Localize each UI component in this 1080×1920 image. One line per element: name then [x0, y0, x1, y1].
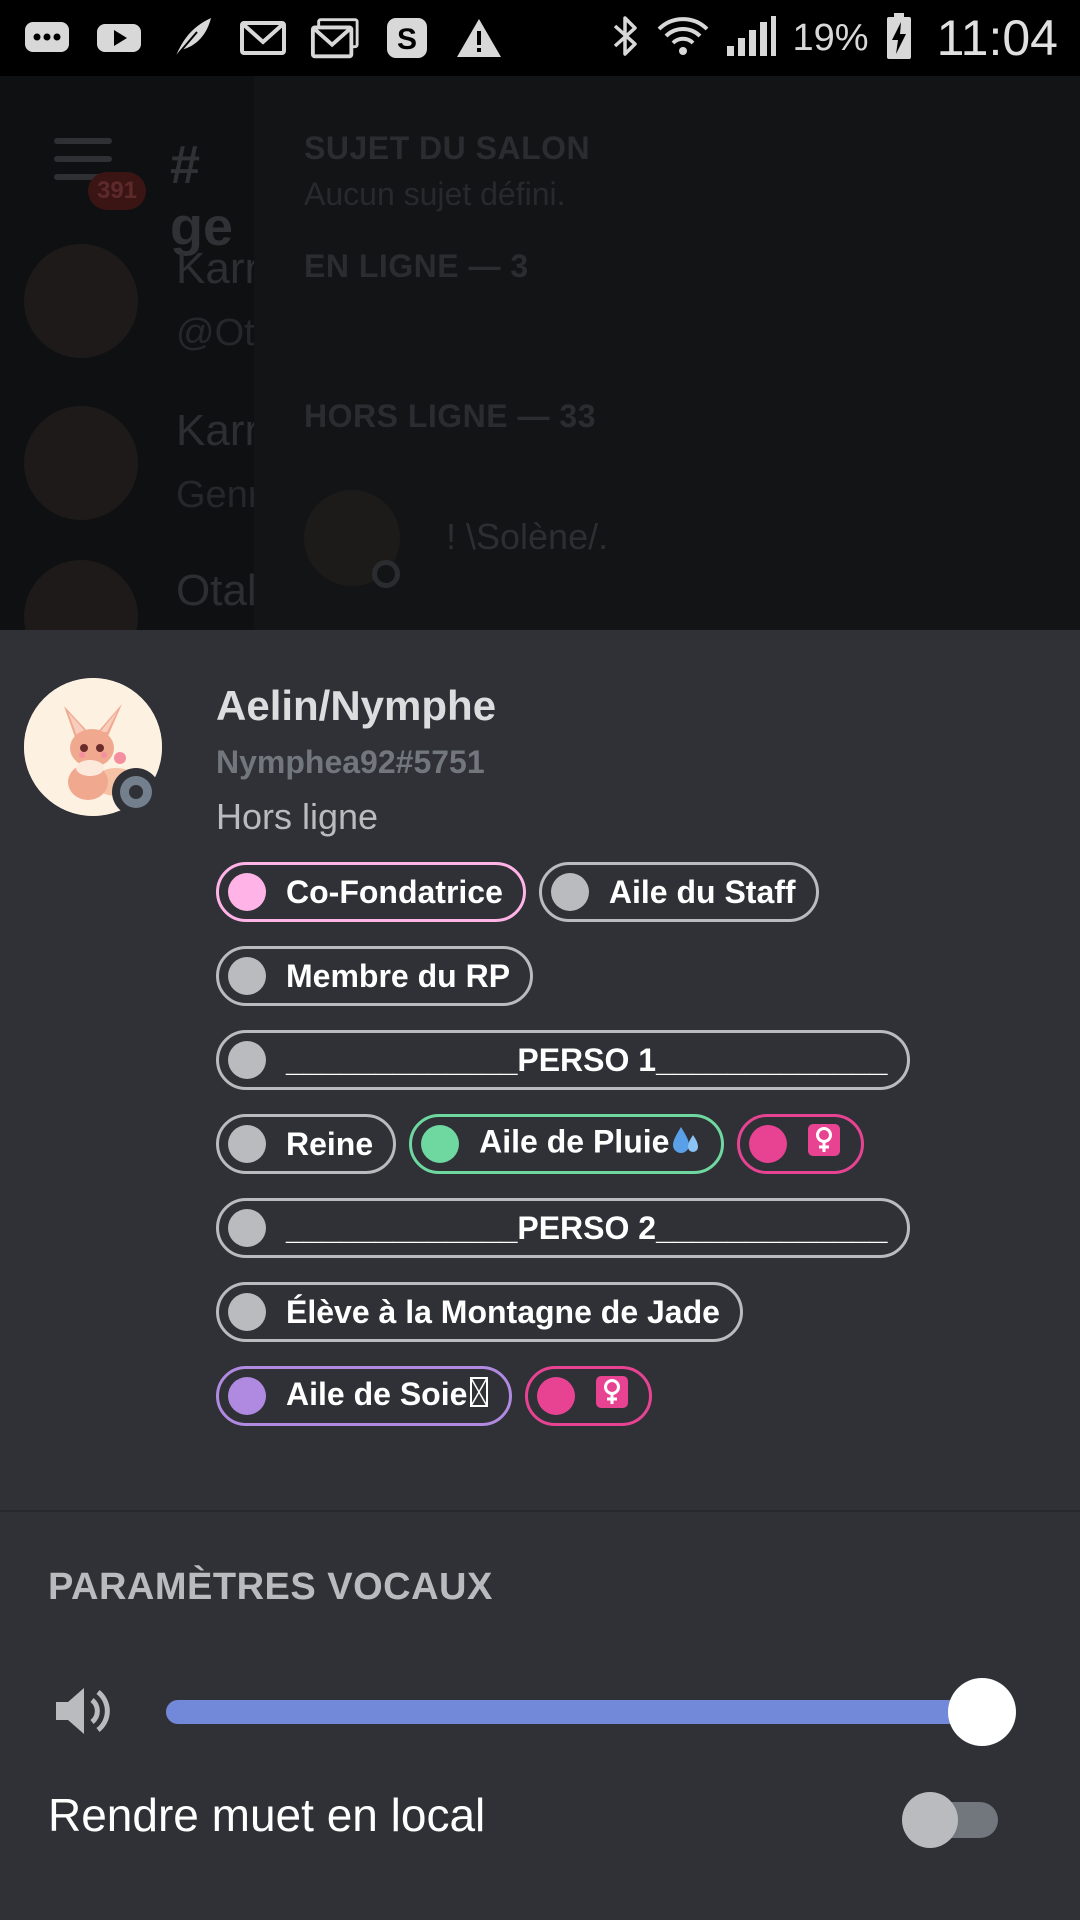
role-color-dot — [228, 873, 266, 911]
member-name: ! \Solène/. — [446, 516, 609, 557]
battery-percent: 19% — [792, 16, 869, 59]
skype-icon: S — [382, 16, 432, 60]
role-pill[interactable]: Membre du RP — [216, 946, 534, 1006]
status-text: Hors ligne — [216, 796, 379, 837]
missing-glyph-icon — [469, 1376, 489, 1416]
role-color-dot — [228, 1377, 266, 1415]
gmail-icon — [238, 16, 288, 60]
topic-header: SUJET DU SALON — [304, 130, 591, 166]
warning-icon — [454, 16, 504, 60]
signal-icon — [725, 14, 777, 62]
message-author: Otal — [176, 566, 257, 615]
role-label: Élève à la Montagne de Jade — [286, 1293, 720, 1330]
role-pill[interactable] — [525, 1366, 653, 1426]
role-pill[interactable]: _____________PERSO 1_____________ — [216, 1030, 911, 1090]
toggle-knob — [902, 1792, 958, 1848]
female-sign-icon — [807, 1123, 841, 1165]
divider — [0, 1510, 1080, 1512]
role-label: Aile de Soie — [286, 1376, 489, 1417]
role-label: Membre du RP — [286, 957, 511, 994]
offline-header: HORS LIGNE — 33 — [304, 398, 596, 434]
system-indicators: 19% 11:04 — [609, 9, 1058, 67]
status-bar: S 19% 11:04 — [0, 0, 1080, 76]
role-pill[interactable]: _____________PERSO 2_____________ — [216, 1198, 911, 1258]
gmail-stack-icon — [310, 16, 360, 60]
role-pill[interactable]: Aile de Soie — [216, 1366, 513, 1426]
droplets-icon — [671, 1123, 701, 1165]
speaker-volume-icon — [52, 1680, 114, 1742]
online-header: EN LIGNE — 3 — [304, 248, 529, 284]
message-avatar — [24, 406, 138, 520]
role-color-dot — [421, 1125, 460, 1163]
display-name: Aelin/Nymphe — [216, 682, 497, 729]
messages-icon — [22, 16, 72, 60]
user-tag: Nymphea92#5751 — [216, 744, 485, 780]
mute-locally-label: Rendre muet en local — [48, 1789, 486, 1841]
channel-name: # ge — [170, 135, 234, 257]
notification-icons: S — [22, 16, 504, 60]
role-color-dot — [537, 1377, 576, 1415]
message-text: @Ot — [176, 312, 255, 354]
role-pill[interactable]: Reine — [216, 1114, 397, 1174]
role-pill[interactable]: Co-Fondatrice — [216, 862, 526, 922]
message-author: Karr — [176, 406, 260, 455]
youtube-icon — [94, 16, 144, 60]
role-list: Co-Fondatrice Aile du Staff Membre du RP __… — [216, 862, 1046, 1426]
message-avatar — [24, 560, 138, 630]
role-label — [595, 1375, 629, 1417]
role-pill[interactable] — [737, 1114, 865, 1174]
role-label: Reine — [286, 1125, 374, 1162]
clock: 11:04 — [936, 10, 1058, 66]
members-drawer: SUJET DU SALON Aucun sujet défini. EN LI… — [254, 76, 1080, 630]
background-app-dimmed: 391 # ge Karr @Ot Karr Genr Otal SUJET D… — [0, 76, 1080, 630]
chat-column: 391 # ge Karr @Ot Karr Genr Otal — [0, 76, 260, 630]
role-label: _____________PERSO 2_____________ — [286, 1209, 888, 1246]
role-color-dot — [228, 1041, 266, 1079]
role-label: Aile de Pluie — [479, 1123, 701, 1165]
role-color-dot — [228, 957, 266, 995]
role-pill[interactable]: Aile du Staff — [538, 862, 819, 922]
role-label: Aile du Staff — [608, 873, 796, 910]
female-sign-icon — [595, 1375, 629, 1417]
mention-badge: 391 — [88, 172, 146, 210]
feather-icon — [166, 16, 216, 60]
topic-value: Aucun sujet défini. — [304, 176, 566, 212]
volume-slider[interactable] — [166, 1678, 1016, 1746]
volume-slider-fill — [166, 1700, 982, 1724]
role-label — [807, 1123, 841, 1165]
voice-settings-title: PARAMÈTRES VOCAUX — [48, 1566, 493, 1608]
svg-text:S: S — [397, 23, 417, 56]
role-label: _____________PERSO 1_____________ — [286, 1041, 888, 1078]
role-color-dot — [228, 1125, 266, 1163]
offline-status-dot — [372, 560, 400, 588]
bluetooth-icon — [609, 14, 641, 62]
role-color-dot — [749, 1125, 788, 1163]
battery-charging-icon — [885, 12, 913, 64]
message-avatar — [24, 244, 138, 358]
user-profile-sheet: Aelin/Nymphe Nymphea92#5751 Hors ligne C… — [0, 630, 1080, 1920]
role-pill[interactable]: Élève à la Montagne de Jade — [216, 1282, 743, 1342]
role-pill[interactable]: Aile de Pluie — [409, 1114, 725, 1174]
message-author: Karr — [176, 244, 260, 293]
offline-status-icon — [112, 768, 160, 816]
role-color-dot — [228, 1209, 266, 1247]
role-color-dot — [550, 873, 589, 911]
volume-slider-thumb[interactable] — [948, 1678, 1016, 1746]
wifi-icon — [657, 13, 709, 63]
mute-locally-toggle[interactable] — [900, 1790, 1000, 1848]
role-label: Co-Fondatrice — [286, 873, 503, 910]
role-color-dot — [228, 1293, 266, 1331]
message-text: Genr — [176, 474, 261, 516]
